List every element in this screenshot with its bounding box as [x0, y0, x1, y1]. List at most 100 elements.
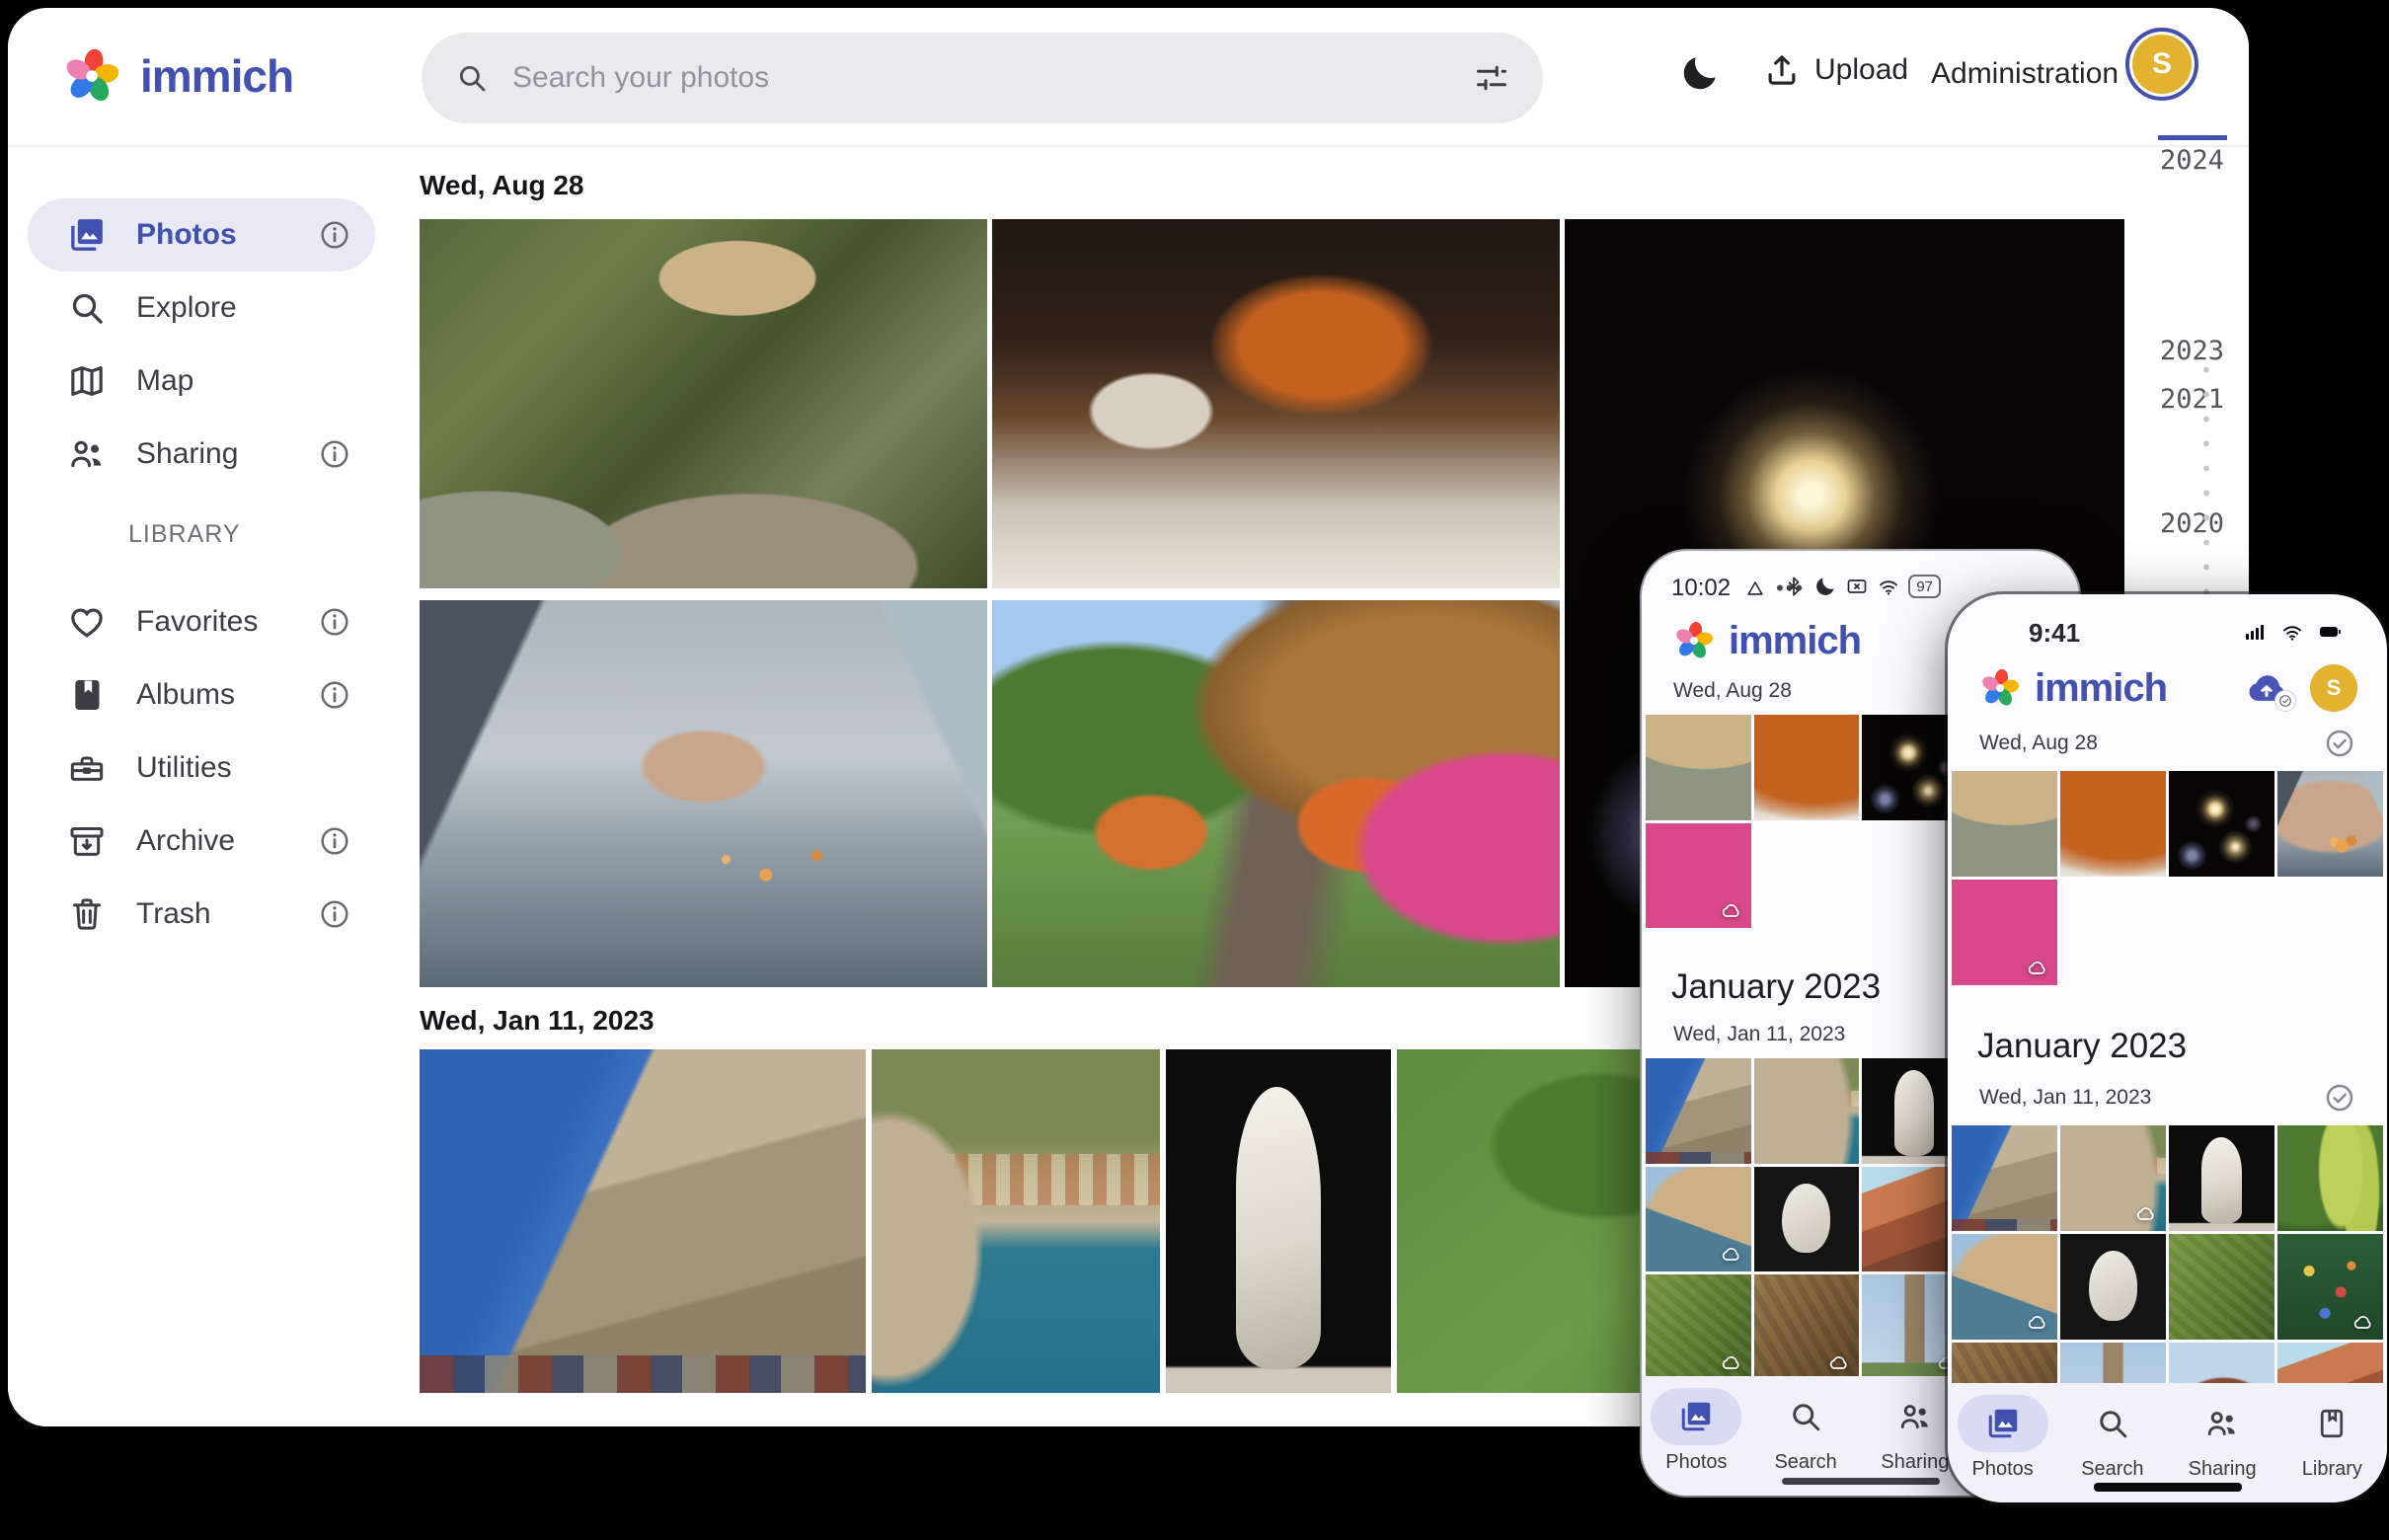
photo-lizard2[interactable] [1754, 1274, 1860, 1380]
photo-autumn[interactable] [1952, 880, 2057, 985]
date-group-header: Wed, Aug 28 [1673, 679, 1792, 703]
photo-zoo[interactable] [1952, 771, 2057, 877]
nav-tab-search[interactable]: Search [2065, 1395, 2160, 1481]
upload-label: Upload [1814, 53, 1908, 87]
sidebar-item-label: Photos [136, 218, 237, 252]
upload-button[interactable]: Upload [1763, 51, 1908, 89]
nav-tab-photos[interactable]: Photos [1956, 1395, 2050, 1481]
info-icon[interactable] [318, 605, 351, 639]
scrubber-position-indicator[interactable] [2158, 135, 2227, 140]
photo-castle[interactable] [1952, 1125, 2057, 1231]
logo-text: immich [1729, 619, 1861, 663]
photos-icon [67, 215, 107, 255]
select-day-check-icon[interactable] [2324, 1082, 2355, 1114]
sidebar-item-favorites[interactable]: Favorites [28, 585, 375, 658]
photo-autumn[interactable] [1646, 823, 1751, 929]
immich-logo[interactable]: immich [59, 43, 293, 109]
info-icon[interactable] [318, 437, 351, 471]
logo-text: immich [140, 49, 293, 103]
date-group-header: Wed, Aug 28 [420, 170, 583, 201]
sidebar-item-utilities[interactable]: Utilities [28, 732, 375, 805]
search-bar[interactable] [422, 33, 1543, 123]
photo-beach[interactable] [1952, 1234, 2057, 1340]
photo-coastal[interactable] [1754, 1058, 1860, 1164]
photo-castle[interactable] [1646, 1058, 1751, 1164]
nav-tab-label: Library [2302, 1458, 2362, 1481]
photo-zoo[interactable] [1646, 715, 1751, 820]
status-time: 9:41 [1977, 618, 2080, 649]
photo-autumn[interactable] [992, 600, 1560, 987]
cloud-sync-icon [1719, 900, 1744, 922]
photo-hands[interactable] [2277, 771, 2383, 877]
backup-cloud-button[interactable] [2241, 666, 2292, 710]
nav-tab-label: Search [2081, 1458, 2143, 1481]
immich-flower-icon [1977, 665, 2023, 711]
search-filters-icon[interactable] [1474, 60, 1509, 96]
sidebar-item-label: Explore [136, 291, 237, 325]
sidebar-item-explore[interactable]: Explore [28, 271, 375, 345]
sharing-people-icon [1897, 1399, 1933, 1434]
info-icon[interactable] [318, 824, 351, 858]
nav-tab-label: Search [1774, 1451, 1836, 1474]
photo-plant[interactable] [2277, 1125, 2383, 1231]
photo-zoo[interactable] [420, 219, 987, 588]
scrubber-tick-dots[interactable] [2202, 357, 2210, 594]
photo-coastal[interactable] [2060, 1125, 2166, 1231]
select-day-check-icon[interactable] [2324, 728, 2355, 759]
month-header: January 2023 [1977, 1027, 2357, 1066]
explore-search-icon [67, 288, 107, 328]
immich-flower-icon [1671, 618, 1717, 663]
photo-rock[interactable] [1754, 1167, 1860, 1272]
sidebar-item-sharing[interactable]: Sharing [28, 418, 375, 491]
administration-link[interactable]: Administration [1931, 57, 2119, 91]
user-avatar[interactable]: S [2310, 664, 2357, 712]
scrubber-year-2023[interactable]: 2023 [2160, 336, 2224, 366]
scrubber-year-2020[interactable]: 2020 [2160, 508, 2224, 539]
sidebar-item-archive[interactable]: Archive [28, 805, 375, 878]
user-avatar[interactable]: S [2125, 28, 2198, 101]
phone-photo-grid-aug [1952, 771, 2383, 985]
photo-rock[interactable] [2060, 1234, 2166, 1340]
photo-lizard[interactable] [1646, 1274, 1751, 1380]
search-input[interactable] [512, 61, 1450, 95]
photo-fireworks[interactable] [2169, 771, 2274, 877]
sidebar-item-albums[interactable]: Albums [28, 658, 375, 732]
info-icon[interactable] [318, 218, 351, 252]
nav-tab-search[interactable]: Search [1758, 1388, 1853, 1474]
photo-beach[interactable] [1646, 1167, 1751, 1272]
scrubber-year-2021[interactable]: 2021 [2160, 384, 2224, 415]
photo-dinner[interactable] [1754, 715, 1860, 820]
info-icon[interactable] [318, 678, 351, 712]
photo-hands[interactable] [420, 600, 987, 987]
photo-dinner[interactable] [992, 219, 1560, 588]
search-icon [455, 61, 489, 95]
photo-lizard[interactable] [2169, 1234, 2274, 1340]
nav-tab-label: Photos [1665, 1451, 1727, 1474]
photo-bust[interactable] [2169, 1125, 2274, 1231]
photo-bust[interactable] [1166, 1049, 1391, 1393]
photo-dinner[interactable] [2060, 771, 2166, 877]
nav-tab-photos[interactable]: Photos [1649, 1388, 1743, 1474]
sidebar-item-map[interactable]: Map [28, 345, 375, 418]
sidebar-item-trash[interactable]: Trash [28, 878, 375, 951]
sharing-people-icon [67, 434, 107, 474]
scrubber-year-2024[interactable]: 2024 [2160, 145, 2224, 176]
home-indicator[interactable] [1782, 1478, 1940, 1485]
home-indicator[interactable] [2094, 1483, 2242, 1492]
bluetooth-icon [1782, 575, 1806, 598]
nav-tab-library[interactable]: Library [2284, 1395, 2379, 1481]
photo-coastal[interactable] [872, 1049, 1160, 1393]
theme-toggle-button[interactable] [1678, 51, 1730, 103]
sim-missing-icon [1845, 575, 1869, 598]
photo-xmas[interactable] [2277, 1234, 2383, 1340]
cloud-sync-icon [2025, 1312, 2050, 1334]
nav-tab-sharing[interactable]: Sharing [2175, 1395, 2270, 1481]
album-icon [67, 675, 107, 715]
sidebar-item-label: Favorites [136, 605, 258, 639]
photo-castle[interactable] [420, 1049, 866, 1393]
cloud-sync-icon [2133, 1203, 2159, 1225]
logo-text: immich [2035, 666, 2167, 711]
sidebar-item-photos[interactable]: Photos [28, 198, 375, 271]
page: immich Upload Administration S Photos [0, 0, 2389, 1540]
info-icon[interactable] [318, 897, 351, 931]
